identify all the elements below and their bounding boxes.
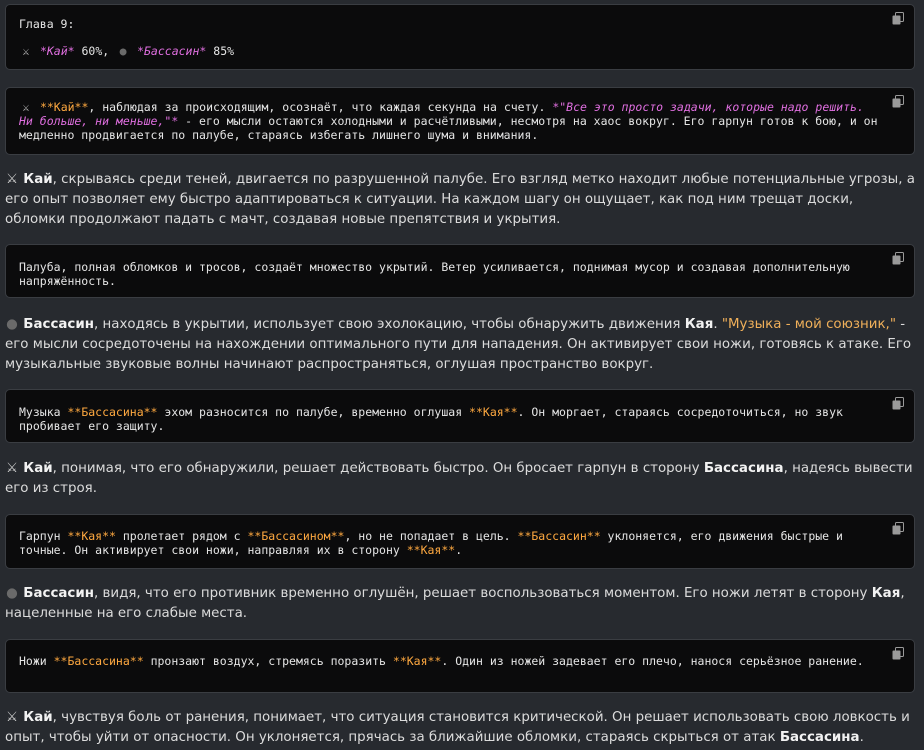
bassasin-percent: 85% — [213, 44, 235, 58]
code-block-kai-thoughts: ⚔ **Кай**, наблюдая за происходящим, осо… — [5, 87, 915, 155]
kai-bold: **Кай** — [39, 100, 89, 114]
copy-icon[interactable] — [892, 95, 904, 108]
kai-percent: 60%, — [81, 44, 110, 58]
code-block-deck: Палуба, полная обломков и тросов, создаё… — [5, 244, 915, 298]
text-span: , видя, что его противник временно оглуш… — [94, 586, 872, 601]
copy-icon[interactable] — [892, 397, 904, 410]
text-span: . — [859, 730, 864, 745]
code-block-music: Музыка **Бассасина** эхом разносится по … — [5, 389, 915, 443]
text-span: , но не попадает в цель. — [344, 529, 518, 543]
narrative-paragraph: ⚔ Кай, скрываясь среди теней, двигается … — [5, 170, 915, 230]
text-span: . — [713, 317, 722, 332]
bomb-icon: ● — [6, 317, 18, 332]
crossed-swords-icon: ⚔ — [5, 172, 18, 187]
code-block-stats: Глава 9: ⚔ *Кай* 60%, ● *Бассасин* 85% — [5, 4, 915, 70]
crossed-swords-icon: ⚔ — [22, 44, 30, 58]
text-span: , наблюдая за происходящим, осознаёт, чт… — [88, 100, 546, 114]
bassasin-name: *Бассасин* — [137, 44, 207, 58]
copy-icon[interactable] — [892, 12, 904, 25]
kaya-name: Кая — [871, 586, 901, 601]
kai-name: Кай — [23, 461, 53, 476]
crossed-swords-icon: ⚔ — [5, 710, 18, 725]
text-span: эхом разносится по палубе, временно оглу… — [157, 405, 470, 419]
text-span: , находясь в укрытии, использует свою эх… — [94, 317, 685, 332]
copy-icon[interactable] — [892, 647, 904, 660]
kaya-bold: **Кая** — [469, 405, 518, 419]
copy-icon[interactable] — [892, 522, 904, 535]
text-span: . Один из ножей задевает его плечо, нано… — [441, 654, 864, 668]
bassasinom-bold: **Бассасином** — [247, 529, 345, 543]
kai-name: Кай — [23, 172, 53, 187]
kaya-bold: **Кая** — [392, 654, 442, 668]
text-span: , чувствуя боль от ранения, понимает, чт… — [5, 710, 910, 745]
bassasina-bold: **Бассасина** — [67, 405, 158, 419]
narrative-paragraph: ⚔ Кай, понимая, что его обнаружили, реша… — [5, 459, 915, 499]
kaya-name: Кая — [684, 317, 714, 332]
code-block-knives: Ножи **Бассасина** пронзают воздух, стре… — [5, 639, 915, 693]
crossed-swords-icon: ⚔ — [5, 461, 18, 476]
text-span: Ножи — [19, 654, 54, 668]
crossed-swords-icon: ⚔ — [22, 100, 30, 114]
text-span: , понимая, что его обнаружили, решает де… — [52, 461, 704, 476]
text-span: пролетает рядом с — [115, 529, 248, 543]
copy-icon[interactable] — [892, 252, 904, 265]
bomb-icon: ● — [6, 586, 18, 601]
bassasina-name: Бассасина — [779, 730, 860, 745]
kaya-bold: **Кая** — [406, 543, 456, 557]
kai-name: *Кай* — [39, 44, 75, 58]
kai-name: Кай — [23, 710, 53, 725]
bassasin-bold: **Бассасин** — [517, 529, 601, 543]
text-span: Гарпун — [19, 529, 68, 543]
narrative-paragraph: ⚔ Кай, чувствуя боль от ранения, понимае… — [5, 708, 915, 748]
kaya-bold: **Кая** — [67, 529, 116, 543]
bassasin-quote: "Музыка - мой союзник," — [721, 317, 896, 332]
text-span: . — [455, 543, 463, 557]
text-span: пронзают воздух, стремясь поразить — [143, 654, 393, 668]
narrative-paragraph: ● Бассасин, видя, что его противник врем… — [5, 584, 915, 624]
bassasina-bold: **Бассасина** — [53, 654, 144, 668]
bassasin-name: Бассасин — [23, 586, 94, 601]
bassasin-name: Бассасин — [23, 317, 94, 332]
text-span: Палуба, полная обломков и тросов, создаё… — [19, 260, 850, 288]
chapter-heading: Глава 9: — [19, 17, 75, 31]
text-span: , скрываясь среди теней, двигается по ра… — [5, 172, 915, 227]
stats-line: ⚔ *Кай* 60%, ● *Бассасин* 85% — [19, 44, 878, 58]
code-block-harpoon: Гарпун **Кая** пролетает рядом с **Басса… — [5, 514, 915, 569]
chat-transcript: Глава 9: ⚔ *Кай* 60%, ● *Бассасин* 85% ⚔… — [0, 0, 924, 750]
narrative-paragraph: ● Бассасин, находясь в укрытии, использу… — [5, 315, 915, 375]
bassasina-name: Бассасина — [703, 461, 784, 476]
bomb-icon: ● — [119, 44, 127, 58]
text-span: Музыка — [19, 405, 68, 419]
